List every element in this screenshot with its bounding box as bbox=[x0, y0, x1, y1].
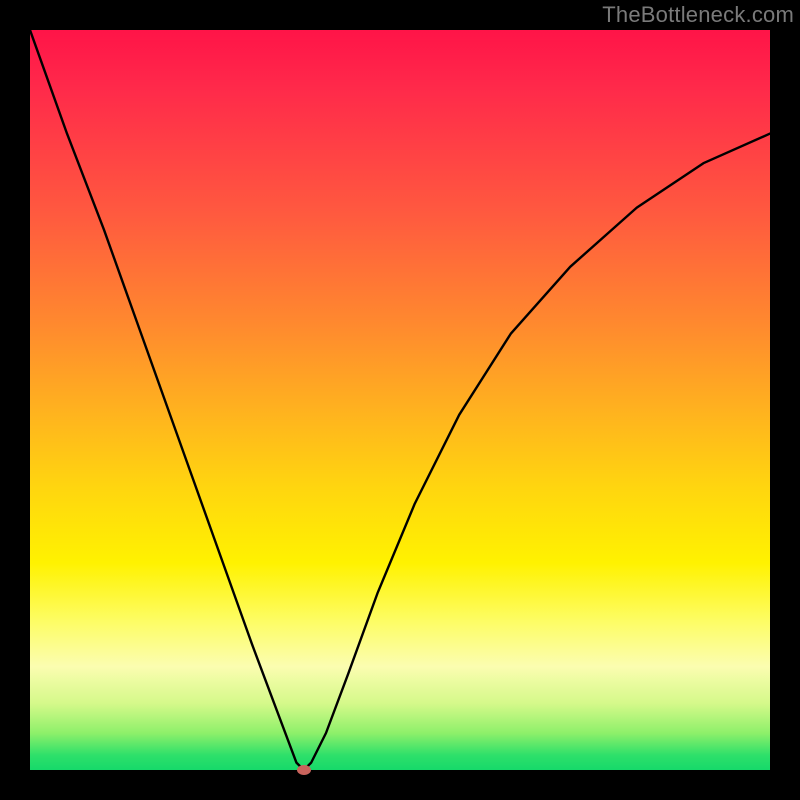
optimal-point-marker bbox=[297, 765, 311, 775]
chart-frame: TheBottleneck.com bbox=[0, 0, 800, 800]
curve-path bbox=[30, 30, 770, 770]
bottleneck-curve bbox=[30, 30, 770, 770]
watermark-text: TheBottleneck.com bbox=[602, 2, 794, 28]
plot-area bbox=[30, 30, 770, 770]
